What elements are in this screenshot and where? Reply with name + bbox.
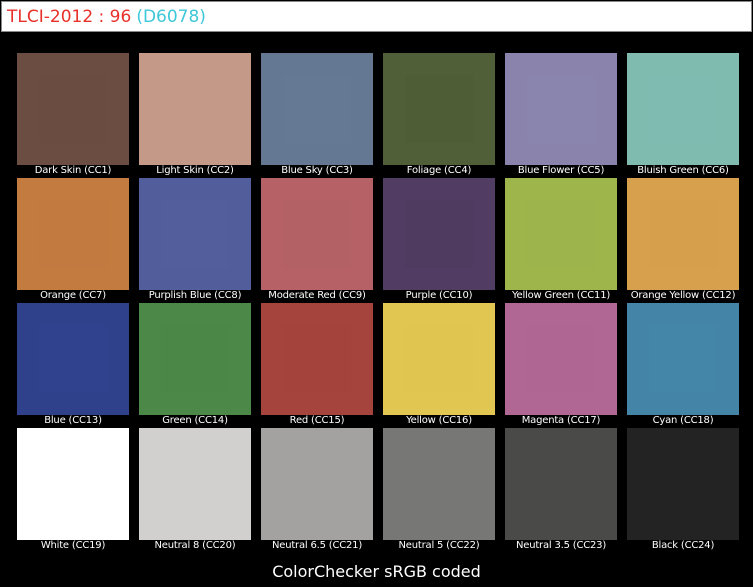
tlci-score: TLCI-2012 : 96 bbox=[7, 6, 132, 27]
color-patch bbox=[139, 53, 251, 165]
patch-label: Neutral 5 (CC22) bbox=[398, 540, 480, 551]
color-patch bbox=[17, 53, 129, 165]
patch-label: Cyan (CC18) bbox=[652, 415, 714, 426]
patch-label: Magenta (CC17) bbox=[521, 415, 601, 426]
patch-label: Yellow (CC16) bbox=[406, 415, 472, 426]
color-patch bbox=[17, 428, 129, 540]
color-patch bbox=[261, 303, 373, 415]
tlci-header: TLCI-2012 : 96 (D6078) bbox=[1, 1, 752, 32]
color-patch-center bbox=[527, 450, 595, 518]
color-patch-center bbox=[283, 75, 351, 143]
patch-label: Blue (CC13) bbox=[44, 415, 102, 426]
patch-label: Orange (CC7) bbox=[40, 290, 106, 301]
color-patch-center bbox=[39, 75, 107, 143]
color-patch bbox=[627, 178, 739, 290]
patch-label: Yellow Green (CC11) bbox=[511, 290, 611, 301]
color-patch bbox=[17, 303, 129, 415]
color-patch bbox=[505, 303, 617, 415]
color-patch-center bbox=[649, 450, 717, 518]
patch-label: Blue Flower (CC5) bbox=[517, 165, 605, 176]
color-patch-center bbox=[405, 200, 473, 268]
illuminant-label: (D6078) bbox=[136, 6, 206, 27]
color-patch bbox=[505, 53, 617, 165]
color-patch-center bbox=[649, 325, 717, 393]
color-patch bbox=[505, 428, 617, 540]
color-patch bbox=[261, 53, 373, 165]
patch-label: Bluish Green (CC6) bbox=[637, 165, 729, 176]
color-patch-center bbox=[527, 200, 595, 268]
color-patch-center bbox=[161, 75, 229, 143]
footer-caption: ColorChecker sRGB coded bbox=[272, 562, 481, 581]
patch-label: Neutral 3.5 (CC23) bbox=[515, 540, 607, 551]
patch-label: Purple (CC10) bbox=[405, 290, 473, 301]
color-patch bbox=[139, 303, 251, 415]
color-patch-center bbox=[39, 325, 107, 393]
patch-label: Neutral 8 (CC20) bbox=[154, 540, 236, 551]
colorchecker-page: TLCI-2012 : 96 (D6078) Dark Skin (CC1) Li… bbox=[0, 0, 753, 587]
color-patch bbox=[139, 178, 251, 290]
patch-label: Dark Skin (CC1) bbox=[34, 165, 112, 176]
color-patch bbox=[261, 428, 373, 540]
color-patch-center bbox=[283, 325, 351, 393]
patch-label: Foliage (CC4) bbox=[406, 165, 472, 176]
patch-label: Orange Yellow (CC12) bbox=[630, 290, 736, 301]
color-patch-center bbox=[527, 75, 595, 143]
color-patch bbox=[627, 428, 739, 540]
color-patch-center bbox=[161, 200, 229, 268]
patch-label: Neutral 6.5 (CC21) bbox=[271, 540, 363, 551]
patch-label: Green (CC14) bbox=[162, 415, 228, 426]
color-patch-center bbox=[283, 200, 351, 268]
patch-label: Purplish Blue (CC8) bbox=[148, 290, 242, 301]
color-patch-center bbox=[161, 450, 229, 518]
color-patch bbox=[261, 178, 373, 290]
patch-label: Black (CC24) bbox=[651, 540, 715, 551]
color-patch-center bbox=[283, 450, 351, 518]
color-patch-center bbox=[39, 450, 107, 518]
color-patch bbox=[383, 428, 495, 540]
color-patch-center bbox=[405, 325, 473, 393]
color-patch bbox=[505, 178, 617, 290]
color-patch-center bbox=[405, 75, 473, 143]
color-patch-center bbox=[649, 200, 717, 268]
patch-label: White (CC19) bbox=[40, 540, 106, 551]
color-patch bbox=[627, 303, 739, 415]
color-patch bbox=[627, 53, 739, 165]
color-patch bbox=[383, 178, 495, 290]
color-patch-center bbox=[649, 75, 717, 143]
patch-label: Light Skin (CC2) bbox=[156, 165, 234, 176]
patch-label: Red (CC15) bbox=[289, 415, 345, 426]
patch-label: Blue Sky (CC3) bbox=[281, 165, 353, 176]
color-patch bbox=[17, 178, 129, 290]
color-patch-center bbox=[39, 200, 107, 268]
color-patch-center bbox=[527, 325, 595, 393]
color-patch bbox=[383, 303, 495, 415]
patch-label: Moderate Red (CC9) bbox=[268, 290, 366, 301]
color-patch-center bbox=[161, 325, 229, 393]
color-patch bbox=[383, 53, 495, 165]
color-patch bbox=[139, 428, 251, 540]
color-patch-center bbox=[405, 450, 473, 518]
